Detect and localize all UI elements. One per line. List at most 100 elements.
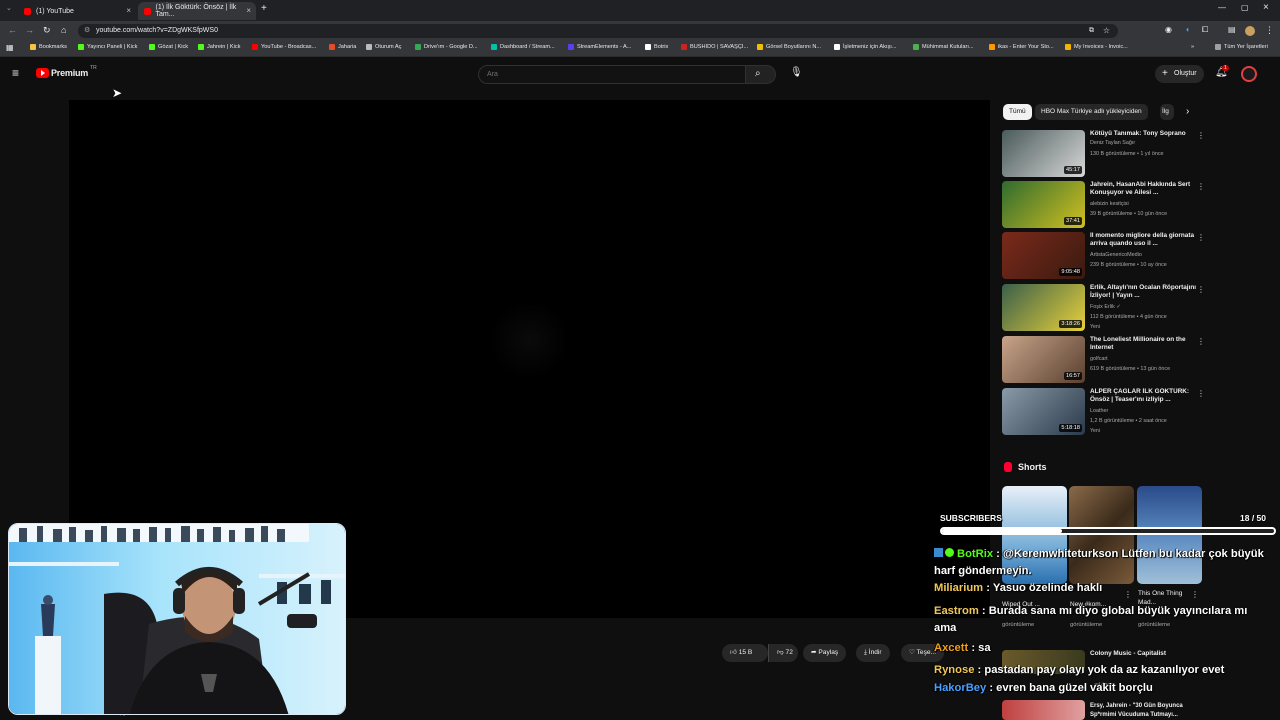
more-actions-icon[interactable]: ⋮ [1197,131,1205,140]
channel-name[interactable]: ArtistaGenericoMedio [1090,252,1142,258]
extension-icon[interactable]: ◉ [1165,25,1172,34]
url-text: youtube.com/watch?v=ZDgWKSfpWS0 [96,27,218,34]
bookmarks-bar: ▦ Bookmarks Yayıncı Paneli | Kick Gözat … [0,41,1280,57]
minimize-icon[interactable]: — [1218,3,1226,12]
bookmark-item[interactable]: Jahrein | Kick [198,44,240,50]
video-title[interactable]: Erlik, Altaylı'nın Öcalan Röportajını İz… [1090,284,1198,301]
video-thumbnail[interactable] [1002,700,1085,720]
apps-grid-icon[interactable]: ▦ [6,43,14,52]
bookmark-star-icon[interactable]: ☆ [1103,24,1110,38]
video-title[interactable]: Kötüyü Tanımak: Tony Soprano [1090,130,1198,138]
chat-username: Rynose [934,664,975,676]
channel-name[interactable]: Loather [1090,408,1108,414]
forward-icon[interactable]: → [25,25,34,35]
site-info-icon[interactable]: ⚙ [84,24,90,38]
chat-message: Rynose : pastadan pay olayı yok da az ka… [934,662,1264,679]
maximize-icon[interactable]: ▢ [1241,3,1249,12]
chat-username: Eastrom [934,605,979,617]
more-actions-icon[interactable]: ⋮ [1197,233,1205,242]
bookmark-item[interactable]: My Invoices - Invoic... [1065,44,1128,50]
bookmark-item[interactable]: ikas - Enter Your Sto... [989,44,1054,50]
download-button[interactable]: ⤓ İndir [856,644,890,662]
chevron-right-icon[interactable]: › [1186,106,1189,117]
bookmark-item[interactable]: Oturum Aç [366,44,401,50]
cast-icon[interactable]: ⧉ [1089,24,1094,38]
more-actions-icon[interactable]: ⋮ [1197,337,1205,346]
home-icon[interactable]: ⌂ [61,25,66,35]
video-title[interactable]: Ersy, Jahrein - "30 Gün Boyunca Sp*rmimi… [1090,702,1200,719]
video-thumbnail[interactable]: 37:41 [1002,181,1085,228]
account-avatar[interactable] [1241,66,1257,82]
bookmark-item[interactable]: YouTube - Broadcas... [252,44,316,50]
more-actions-icon[interactable]: ⋮ [1197,285,1205,294]
video-title[interactable]: Il momento migliore della giornata arriv… [1090,232,1198,249]
subscribers-progress-fill [942,529,1062,533]
close-window-icon[interactable]: × [1263,2,1269,13]
video-title[interactable]: ALPER ÇAĞLAR İLK GÖKTÜRK: Önsöz | Teaser… [1090,388,1198,405]
youtube-logo[interactable]: Premium TR [36,65,97,78]
sidebar-icon[interactable]: ▤ [1228,25,1236,34]
tab-active-video[interactable]: (1) İlk Göktürk: Önsöz | İlk Tam... × [138,2,256,20]
hamburger-menu-icon[interactable]: ≡ [12,66,19,80]
video-thumbnail[interactable]: 9:05:48 [1002,232,1085,279]
recommendation-item[interactable]: 37:41 Jahrein, HasanAbi Hakkında Sert Kon… [1002,181,1205,228]
create-button[interactable]: + Oluştur [1155,65,1204,83]
search-button[interactable]: ⌕ [746,65,776,84]
close-tab-icon[interactable]: × [246,6,251,15]
bookmark-item[interactable]: İşletmeniz için Akışı... [834,44,896,50]
all-bookmarks-folder[interactable]: Tüm Yer İşaretleri [1215,44,1268,50]
extension-icon[interactable]: ◖ [1185,25,1190,34]
recommendation-item[interactable]: 16:57 The Loneliest Millionaire on the In… [1002,336,1205,383]
share-button[interactable]: ➦ Paylaş [803,644,847,662]
tab-youtube[interactable]: (1) YouTube × [18,2,136,20]
reload-icon[interactable]: ↻ [43,25,51,36]
video-thumbnail[interactable]: 3:18:26 [1002,284,1085,331]
chip-uploader[interactable]: HBO Max Türkiye adlı yükleyiciden [1035,104,1148,120]
bookmark-item[interactable]: StreamElements - A... [568,44,631,50]
bookmark-item[interactable]: Jaharia [329,44,356,50]
like-button[interactable]: 👍︎ 15 B [722,644,768,662]
video-title[interactable]: Jahrein, HasanAbi Hakkında Sert Konuşuyo… [1090,181,1198,198]
bookmark-item[interactable]: Mühimmat Kutuları... [913,44,974,50]
channel-name[interactable]: Deniz Taylan Sağır [1090,140,1135,146]
browser-menu-icon[interactable]: ⋮ [1265,25,1274,36]
channel-name[interactable]: alebizin kesitçisi [1090,201,1129,207]
recommendation-item[interactable]: 9:05:48 Il momento migliore della giornat… [1002,232,1205,279]
video-duration: 16:57 [1064,372,1082,380]
subscribers-progress-bar [940,527,1276,535]
bookmark-item[interactable]: Görsel Boyutlarını N... [757,44,821,50]
dislike-button[interactable]: 👎︎ 72 [768,644,798,662]
video-thumbnail[interactable]: 45:17 [1002,130,1085,177]
video-thumbnail[interactable]: 16:57 [1002,336,1085,383]
more-actions-icon[interactable]: ⋮ [1197,389,1205,398]
chip-all[interactable]: Tümü [1003,104,1032,120]
bookmark-item[interactable]: Yayıncı Paneli | Kick [78,44,137,50]
extensions-puzzle-icon[interactable]: ⧠ [1202,25,1208,35]
tab-search-icon[interactable]: ⌄ [6,4,12,12]
chat-text: : pastadan pay olayı yok da az kazanılıy… [977,664,1225,676]
more-actions-icon[interactable]: ⋮ [1197,182,1205,191]
search-input[interactable]: Ara [478,65,746,84]
recommendation-item[interactable]: 3:18:26 Erlik, Altaylı'nın Öcalan Röporta… [1002,284,1205,331]
profile-avatar-icon[interactable] [1245,26,1255,36]
more-bookmarks-icon[interactable]: » [1191,44,1194,50]
bookmark-item[interactable]: Drive'ım - Google D... [415,44,478,50]
chip-related[interactable]: İlg [1160,104,1174,120]
close-tab-icon[interactable]: × [126,6,131,15]
new-tab-icon[interactable]: + [261,3,267,14]
video-thumbnail[interactable]: 5:18:18 [1002,388,1085,435]
bookmark-item[interactable]: BUSHIDO | SAVAŞÇI... [681,44,748,50]
bookmark-item[interactable]: Dashboard / Stream... [491,44,555,50]
microphone-icon[interactable]: 🎙︎ [790,67,803,78]
bookmark-item[interactable]: Bookmarks [30,44,67,50]
recommendation-item[interactable]: 45:17 Kötüyü Tanımak: Tony Soprano Deniz T… [1002,130,1205,177]
bookmark-item[interactable]: Botrix [645,44,668,50]
recommendation-item[interactable]: 5:18:18 ALPER ÇAĞLAR İLK GÖKTÜRK: Önsöz |… [1002,388,1205,435]
browser-toolbar: ← → ↻ ⌂ ⚙ youtube.com/watch?v=ZDgWKSfpWS… [0,21,1280,41]
video-title[interactable]: The Loneliest Millionaire on the Interne… [1090,336,1198,353]
back-icon[interactable]: ← [8,25,17,35]
bookmark-item[interactable]: Gözat | Kick [149,44,188,50]
channel-name[interactable]: golfcart [1090,356,1108,362]
channel-name[interactable]: Foşix Erlik ✓ [1090,304,1121,310]
url-bar[interactable]: ⚙ youtube.com/watch?v=ZDgWKSfpWS0 ☆ ⧉ [78,24,1118,38]
